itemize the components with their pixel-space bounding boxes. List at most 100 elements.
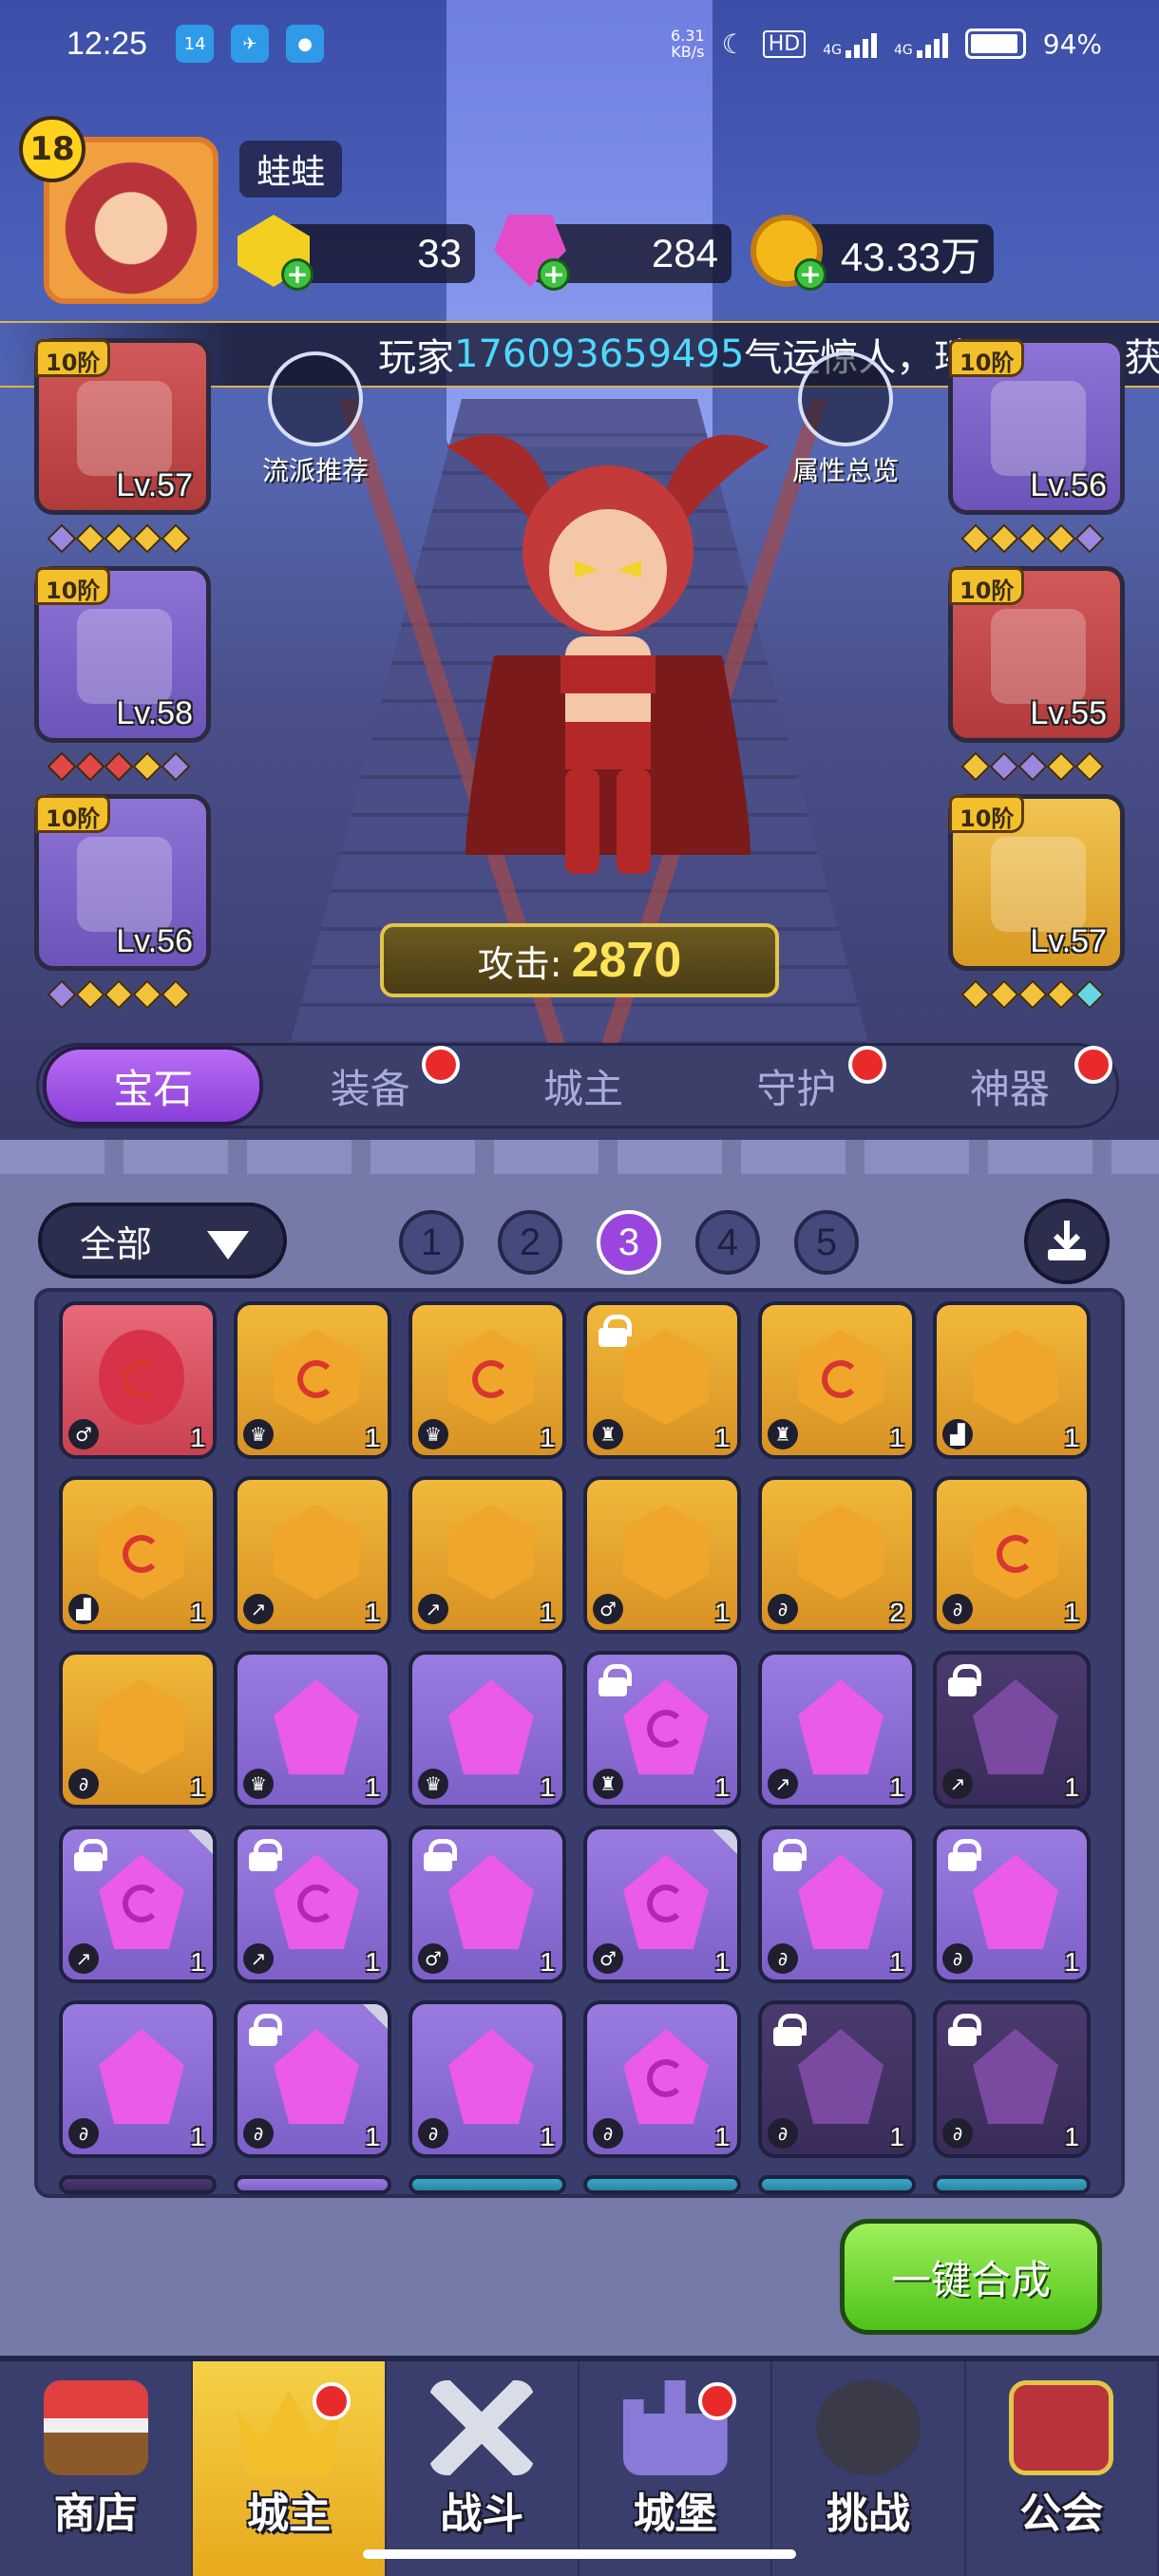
gem-slot[interactable]: ∂ 2 bbox=[758, 1476, 916, 1634]
gem-slot[interactable]: ♛ 1 bbox=[234, 1651, 391, 1809]
staff-slot-icon: ↗ bbox=[68, 1943, 99, 1974]
player-level-badge: 18 bbox=[19, 116, 86, 182]
tab-guardian[interactable]: 守护 bbox=[690, 1046, 902, 1126]
crown-slot-icon: ♛ bbox=[418, 1769, 448, 1799]
shop-icon bbox=[43, 2380, 148, 2475]
gem-slot[interactable]: ♂ 1 bbox=[583, 1826, 741, 1983]
gem-slot-partial[interactable] bbox=[933, 2175, 1091, 2194]
gem-slot[interactable]: ♛ 1 bbox=[408, 1301, 566, 1459]
bottom-navigation: 商店 城主 战斗 城堡 挑战 公会 bbox=[0, 2356, 1159, 2576]
gem-slot[interactable]: ↗ 1 bbox=[234, 1826, 391, 1983]
gem-slot[interactable]: ▟ 1 bbox=[59, 1476, 217, 1634]
gem-slot[interactable]: ∂ 1 bbox=[59, 1651, 217, 1809]
tab-gems[interactable]: 宝石 bbox=[43, 1046, 264, 1126]
gem-slot[interactable]: ▟ 1 bbox=[933, 1301, 1091, 1459]
lock-icon bbox=[424, 1839, 457, 1871]
gem-slot[interactable]: ↗ 1 bbox=[933, 1651, 1091, 1809]
armor-star-rating bbox=[47, 751, 191, 782]
tab-artifact[interactable]: 神器 bbox=[903, 1046, 1116, 1126]
amulet-slot-icon: ∂ bbox=[418, 2118, 448, 2149]
gem-slot[interactable]: ↗ 1 bbox=[408, 1476, 566, 1634]
nav-challenge[interactable]: 挑战 bbox=[772, 2361, 966, 2576]
lock-icon bbox=[598, 1664, 632, 1696]
build-recommend-button[interactable]: 流派推荐 bbox=[249, 351, 382, 488]
gem-slot-partial[interactable] bbox=[583, 2175, 741, 2194]
lock-icon bbox=[598, 1315, 632, 1347]
gem-slot[interactable]: ↗ 1 bbox=[59, 1826, 217, 1983]
ring-star-rating bbox=[960, 751, 1105, 782]
plus-icon: + bbox=[794, 258, 826, 291]
chevron-down-icon bbox=[207, 1231, 249, 1260]
gem-slot[interactable]: ♜ 1 bbox=[758, 1301, 916, 1459]
equip-slot-staff[interactable]: 10阶 Lv.56 bbox=[948, 338, 1125, 515]
nav-battle[interactable]: 战斗 bbox=[387, 2361, 580, 2576]
staff-slot-icon: ↗ bbox=[243, 1594, 274, 1624]
status-bar: 12:25 14 ✈ ● 6.31 KB/s ☾ HD 4G 4G 94% bbox=[0, 0, 1159, 87]
amulet-slot-icon: ∂ bbox=[593, 2118, 623, 2149]
hat-star-rating bbox=[47, 523, 191, 554]
gem-slot-partial[interactable] bbox=[234, 2175, 391, 2194]
equip-slot-armor[interactable]: 10阶 Lv.58 bbox=[34, 566, 211, 743]
armor-icon bbox=[77, 609, 172, 704]
equip-slot-ring[interactable]: 10阶 Lv.55 bbox=[948, 566, 1125, 743]
ring-slot-icon: ♂ bbox=[593, 1594, 623, 1624]
gem-slot-partial[interactable] bbox=[59, 2175, 217, 2194]
lock-icon bbox=[948, 1664, 981, 1696]
wizard-hat-icon bbox=[77, 381, 172, 476]
gem-slot[interactable]: ↗ 1 bbox=[758, 1651, 916, 1809]
nav-shop[interactable]: 商店 bbox=[0, 2361, 194, 2576]
page-button-3[interactable]: 3 bbox=[597, 1210, 661, 1275]
signal-icon: 4G bbox=[823, 29, 877, 58]
crown-slot-icon: ♛ bbox=[418, 1419, 448, 1449]
gem-slot[interactable]: ∂ 1 bbox=[933, 1476, 1091, 1634]
home-indicator[interactable] bbox=[363, 2549, 796, 2559]
nav-lord[interactable]: 城主 bbox=[193, 2361, 387, 2576]
pink-gem-add-button[interactable]: + bbox=[494, 215, 570, 291]
equip-slot-amulet[interactable]: 10阶 Lv.57 bbox=[948, 794, 1125, 971]
amulet-slot-icon: ∂ bbox=[768, 2118, 798, 2149]
page-selector: 1 2 3 4 5 bbox=[399, 1210, 859, 1275]
gem-slot[interactable]: ♂ 1 bbox=[583, 1476, 741, 1634]
gem-slot[interactable]: ♛ 1 bbox=[234, 1301, 391, 1459]
player-avatar-area[interactable]: 18 bbox=[19, 116, 218, 306]
page-button-5[interactable]: 5 bbox=[794, 1210, 859, 1275]
page-button-1[interactable]: 1 bbox=[399, 1210, 464, 1275]
yellow-gem-add-button[interactable]: + bbox=[238, 215, 314, 291]
equip-slot-boots[interactable]: 10阶 Lv.56 bbox=[34, 794, 211, 971]
boots-slot-icon: ▟ bbox=[942, 1419, 973, 1449]
filter-dropdown[interactable]: 全部 bbox=[38, 1203, 287, 1279]
ring-slot-icon: ♂ bbox=[68, 1419, 99, 1449]
boots-star-rating bbox=[47, 979, 191, 1010]
gem-slot[interactable]: ∂ 1 bbox=[408, 2000, 566, 2158]
staff-slot-icon: ↗ bbox=[243, 1943, 274, 1974]
gem-slot[interactable]: ♜ 1 bbox=[583, 1651, 741, 1809]
notification-dot bbox=[847, 1046, 886, 1084]
equip-slot-hat[interactable]: 10阶 Lv.57 bbox=[34, 338, 211, 515]
gem-slot[interactable]: ∂ 1 bbox=[758, 2000, 916, 2158]
nav-castle[interactable]: 城堡 bbox=[580, 2361, 773, 2576]
gem-slot[interactable]: ♛ 1 bbox=[408, 1651, 566, 1809]
page-button-4[interactable]: 4 bbox=[695, 1210, 760, 1275]
nav-guild[interactable]: 公会 bbox=[966, 2361, 1159, 2576]
download-icon[interactable] bbox=[1024, 1199, 1110, 1284]
gem-slot[interactable]: ∂ 1 bbox=[933, 2000, 1091, 2158]
gem-slot-partial[interactable] bbox=[758, 2175, 916, 2194]
gem-slot[interactable]: ∂ 1 bbox=[583, 2000, 741, 2158]
gem-slot[interactable]: ♂ 1 bbox=[408, 1826, 566, 1983]
gem-slot-partial[interactable] bbox=[408, 2175, 566, 2194]
gold-add-button[interactable]: + bbox=[750, 215, 826, 291]
gem-slot[interactable]: ∂ 1 bbox=[758, 1826, 916, 1983]
page-button-2[interactable]: 2 bbox=[498, 1210, 562, 1275]
hero-character[interactable] bbox=[408, 408, 808, 902]
gem-slot[interactable]: ♂ 1 bbox=[59, 1301, 217, 1459]
gem-slot[interactable]: ∂ 1 bbox=[234, 2000, 391, 2158]
tab-equipment[interactable]: 装备 bbox=[263, 1046, 476, 1126]
demon-mask-icon bbox=[815, 2380, 921, 2475]
tab-lord[interactable]: 城主 bbox=[477, 1046, 690, 1126]
gem-slot[interactable]: ♜ 1 bbox=[583, 1301, 741, 1459]
amulet-slot-icon: ∂ bbox=[68, 1769, 99, 1799]
gem-slot[interactable]: ∂ 1 bbox=[933, 1826, 1091, 1983]
gem-slot[interactable]: ↗ 1 bbox=[234, 1476, 391, 1634]
gem-slot[interactable]: ∂ 1 bbox=[59, 2000, 217, 2158]
one-click-merge-button[interactable]: 一键合成 bbox=[840, 2219, 1102, 2335]
